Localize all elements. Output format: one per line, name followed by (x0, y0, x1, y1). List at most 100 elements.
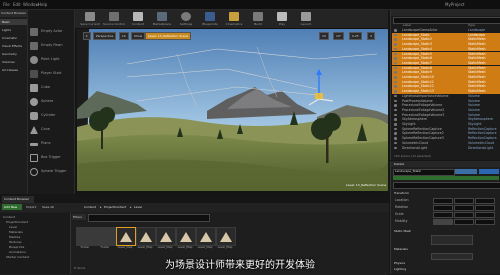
menu-window[interactable]: Window (23, 2, 39, 7)
menu-help[interactable]: Help (38, 2, 47, 7)
snap-rotate[interactable]: 10° (333, 32, 345, 40)
eye-icon[interactable] (394, 90, 397, 93)
outliner-row[interactable]: DirectionalLight DirectionalLight (392, 146, 500, 151)
asset-tile[interactable]: Folder (96, 227, 116, 253)
menu-edit[interactable]: Edit (13, 2, 21, 7)
save-all-button[interactable]: Save All (42, 205, 54, 210)
tree-item[interactable]: Level (9, 225, 17, 229)
content-button[interactable]: Content (127, 12, 149, 27)
mode-item[interactable]: Cylinder (30, 111, 72, 121)
snap-scale[interactable]: 0.25 (349, 32, 362, 40)
level-badge[interactable]: Level: 13_Reflection Scene (145, 32, 192, 40)
asset-tile[interactable]: Level_Map (176, 227, 196, 253)
eye-icon[interactable] (394, 66, 397, 70)
section-static-mesh[interactable]: Static Mesh (394, 229, 411, 234)
tree-item[interactable]: Blueprints (9, 245, 24, 249)
eye-icon[interactable] (394, 47, 397, 51)
category-volumes[interactable]: Volumes (2, 60, 15, 65)
mode-item[interactable]: Cube (30, 83, 72, 93)
asset-tile[interactable]: Folder (76, 227, 96, 253)
eye-icon[interactable] (394, 61, 397, 65)
path-content[interactable]: Content (84, 205, 96, 210)
mobility-stationary[interactable] (454, 219, 474, 225)
eye-icon[interactable] (394, 118, 397, 121)
lit-button[interactable]: Lit (119, 32, 129, 40)
snap-translate[interactable]: 10 (319, 32, 329, 40)
eye-icon[interactable] (394, 52, 397, 55)
path-level[interactable]: Level (134, 205, 142, 210)
asset-tile[interactable]: Level_Map (216, 227, 236, 253)
launch-button[interactable]: Launch (295, 12, 317, 27)
tree-item[interactable]: Meshes (9, 235, 20, 239)
mesh-picker[interactable] (431, 235, 473, 245)
section-lighting[interactable]: Lighting (394, 267, 406, 272)
mode-item[interactable]: Cone (30, 125, 72, 135)
mode-item[interactable]: Empty Actor (30, 27, 72, 37)
camera-speed[interactable]: 4 (367, 32, 375, 40)
mode-item[interactable]: Plane (30, 139, 72, 149)
category-vfx[interactable]: Visual Effects (2, 44, 22, 49)
import-button[interactable]: Import (26, 205, 36, 210)
category-lights[interactable]: Lights (2, 28, 11, 33)
mode-item[interactable]: Player Start (30, 69, 72, 79)
blueprint-button[interactable] (479, 169, 499, 174)
asset-search[interactable] (88, 214, 210, 222)
eye-icon[interactable] (394, 123, 397, 126)
eye-icon[interactable] (394, 38, 397, 41)
perspective-button[interactable]: Perspective (93, 32, 117, 40)
cinematics-button[interactable]: Cinematics (223, 12, 245, 27)
eye-icon[interactable] (394, 146, 397, 149)
settings-button[interactable]: Settings (175, 12, 197, 27)
blueprints-button[interactable]: Blueprints (199, 12, 221, 27)
tree-item[interactable]: Textures (9, 240, 22, 244)
eye-icon[interactable] (394, 76, 397, 79)
section-physics[interactable]: Physics (394, 261, 405, 266)
tree-item[interactable]: Animations (9, 250, 26, 254)
eye-icon[interactable] (394, 108, 397, 112)
eye-icon[interactable] (394, 113, 397, 117)
build-button[interactable]: Build (247, 12, 269, 27)
eye-icon[interactable] (394, 29, 397, 32)
eye-icon[interactable] (394, 127, 397, 131)
tree-item[interactable]: Materials (9, 230, 23, 234)
eye-icon[interactable] (394, 137, 397, 140)
component-bar[interactable] (393, 176, 499, 180)
mobility-movable[interactable] (475, 219, 495, 225)
eye-icon[interactable] (394, 99, 397, 102)
section-transform[interactable]: Transform (394, 191, 409, 196)
show-button[interactable]: Show (131, 32, 146, 40)
asset-tile[interactable]: Level_Map (196, 227, 216, 253)
viewport-options-button[interactable]: ▾ (83, 32, 91, 40)
eye-icon[interactable] (394, 80, 397, 84)
path-project[interactable]: ProjectContent (104, 205, 126, 210)
tree-item[interactable]: ProjectContent (6, 220, 28, 224)
eye-icon[interactable] (394, 132, 397, 135)
eye-icon[interactable] (394, 104, 397, 107)
marketplace-button[interactable]: Marketplace (151, 12, 173, 27)
add-component-button[interactable] (455, 169, 477, 174)
eye-icon[interactable] (394, 57, 397, 60)
eye-icon[interactable] (394, 94, 397, 98)
tree-item[interactable]: Starter Content (6, 255, 29, 259)
section-materials[interactable]: Materials (394, 247, 408, 252)
mode-item[interactable]: Sphere Trigger (30, 167, 72, 177)
menu-file[interactable]: File (3, 2, 10, 7)
category-basic[interactable]: Basic (2, 20, 10, 25)
eye-icon[interactable] (394, 33, 397, 37)
save-button[interactable]: Save Current (79, 12, 101, 27)
mode-item[interactable]: Empty Pawn (30, 41, 72, 51)
mode-item[interactable]: Point Light (30, 55, 72, 65)
source-control-button[interactable]: Source Control (103, 12, 125, 27)
play-button[interactable]: Play (271, 12, 293, 27)
tree-item[interactable]: Content (3, 215, 15, 219)
eye-icon[interactable] (394, 85, 397, 88)
material-picker[interactable] (431, 253, 473, 260)
eye-icon[interactable] (394, 71, 397, 74)
category-geometry[interactable]: Geometry (2, 52, 17, 57)
category-all-classes[interactable]: All Classes (2, 68, 18, 73)
mobility-static[interactable] (433, 219, 453, 225)
eye-icon[interactable] (394, 141, 397, 145)
category-cinematic[interactable]: Cinematic (2, 36, 17, 41)
mode-item[interactable]: Box Trigger (30, 153, 72, 163)
eye-icon[interactable] (394, 43, 397, 46)
